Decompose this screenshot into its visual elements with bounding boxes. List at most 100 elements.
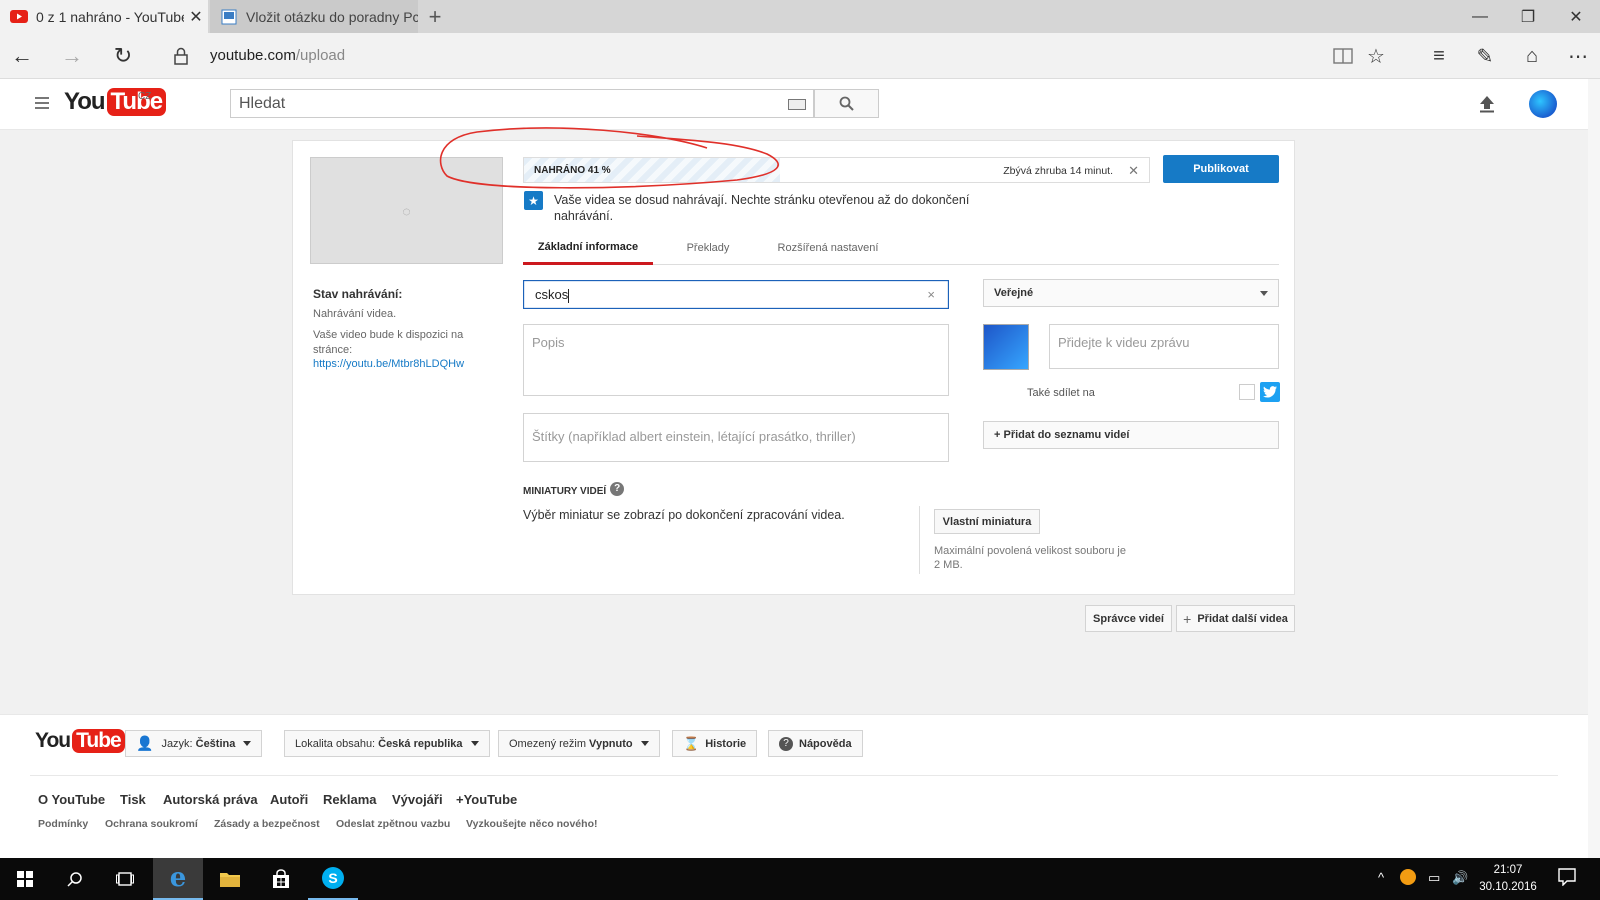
close-window-icon[interactable]: ✕	[1552, 0, 1600, 33]
text-caret	[568, 288, 570, 303]
tab-advanced-settings[interactable]: Rozšířená nastavení	[763, 231, 893, 265]
tab-basic-info[interactable]: Základní informace	[523, 231, 653, 265]
footer-link-about[interactable]: O YouTube	[38, 792, 105, 807]
network-icon[interactable]: ▭	[1428, 870, 1440, 886]
footer-link-plus-youtube[interactable]: +YouTube	[456, 792, 517, 807]
history-button[interactable]: ⌛ Historie	[672, 730, 758, 757]
tray-app-icon[interactable]	[1400, 869, 1416, 885]
more-icon[interactable]: ⋯	[1564, 43, 1592, 69]
hourglass-icon: ⌛	[683, 735, 700, 751]
twitter-icon[interactable]	[1260, 382, 1280, 402]
add-more-videos-button[interactable]: + Přidat další videa	[1176, 605, 1295, 632]
thumbnails-text: Výběr miniatur se zobrazí po dokončení z…	[523, 508, 845, 522]
share-twitter-checkbox[interactable]	[1239, 384, 1255, 400]
refresh-icon[interactable]: ↻	[107, 41, 139, 71]
title-input[interactable]: cskos ×	[523, 280, 949, 309]
star-notice-icon: ★	[524, 191, 543, 210]
upload-card: ◌ Stav nahrávání: Nahrávání videa. Vaše …	[292, 127, 1295, 595]
language-icon: 👤	[136, 735, 154, 751]
youtube-favicon-icon	[10, 10, 28, 24]
thumbnails-title: MINIATURY VIDEÍ ?	[523, 481, 625, 497]
footer-link-safety[interactable]: Zásady a bezpečnost	[214, 818, 320, 830]
cancel-upload-icon[interactable]: ✕	[1128, 163, 1139, 179]
upload-status-title: Stav nahrávání:	[313, 287, 403, 301]
web-note-icon[interactable]: ✎	[1471, 43, 1499, 69]
upload-progress-bar: NAHRÁNO 41 % Zbývá zhruba 14 minut. ✕	[523, 157, 1150, 183]
skype-icon[interactable]: S	[308, 858, 358, 900]
back-icon[interactable]: ←	[6, 41, 38, 71]
page-favicon-icon	[220, 9, 238, 24]
tab-close-icon[interactable]: ✕	[184, 7, 208, 27]
lock-icon	[165, 41, 197, 71]
footer-link-try-new[interactable]: Vyzkoušejte něco nového!	[466, 818, 597, 830]
notifications-icon[interactable]	[1558, 868, 1576, 889]
restricted-mode-select[interactable]: Omezený režim Vypnuto	[498, 730, 660, 757]
add-to-playlist-button[interactable]: + Přidat do seznamu videí	[983, 421, 1279, 449]
windows-taskbar: e S ^ ▭ 🔊 21:07 30.10.2016	[0, 858, 1600, 900]
store-icon[interactable]	[256, 858, 306, 900]
share-icon[interactable]: ⌂	[1518, 43, 1546, 69]
chevron-down-icon	[640, 741, 649, 746]
help-circle-icon: ?	[779, 736, 793, 751]
footer-link-privacy[interactable]: Ochrana soukromí	[105, 818, 198, 830]
browser-tab-label: Vložit otázku do poradny Pc	[246, 8, 418, 25]
browser-tab-label: 0 z 1 nahráno - YouTube	[36, 8, 184, 25]
channel-avatar	[983, 324, 1029, 370]
footer-link-developers[interactable]: Vývojáři	[392, 792, 443, 807]
new-tab-button[interactable]: +	[420, 0, 450, 33]
search-button[interactable]	[814, 89, 879, 118]
keyboard-icon[interactable]	[788, 99, 806, 110]
share-message-input[interactable]: Přidejte k videu zprávu	[1049, 324, 1279, 369]
region-label: CZ	[138, 91, 152, 102]
task-view-icon[interactable]	[100, 858, 150, 900]
avatar[interactable]	[1529, 90, 1557, 118]
browser-tab-poradna[interactable]: Vložit otázku do poradny Pc	[210, 0, 418, 33]
video-manager-button[interactable]: Správce videí	[1085, 605, 1172, 632]
browser-tab-bar: 0 z 1 nahráno - YouTube ✕ Vložit otázku …	[0, 0, 1600, 33]
vertical-scrollbar[interactable]	[1588, 79, 1600, 858]
favorite-star-icon[interactable]: ☆	[1362, 43, 1390, 69]
tray-chevron-icon[interactable]: ^	[1378, 870, 1384, 885]
video-link[interactable]: https://youtu.be/Mtbr8hLDQHw	[313, 358, 464, 370]
footer-link-creators[interactable]: Autoři	[270, 792, 308, 807]
search-icon[interactable]	[50, 858, 100, 900]
help-icon[interactable]: ?	[610, 481, 625, 496]
privacy-select[interactable]: Veřejné	[983, 279, 1279, 307]
forward-icon[interactable]: →	[56, 41, 88, 71]
file-explorer-icon[interactable]	[205, 858, 255, 900]
edge-browser-icon[interactable]: e	[153, 858, 203, 900]
footer-link-press[interactable]: Tisk	[120, 792, 146, 807]
hub-icon[interactable]: ≡	[1425, 43, 1453, 69]
search-input[interactable]: Hledat	[230, 89, 814, 118]
address-input[interactable]: youtube.com/upload	[210, 47, 345, 64]
youtube-header: You Tube CZ Hledat	[0, 79, 1600, 130]
tags-input[interactable]: Štítky (například albert einstein, létaj…	[523, 413, 949, 462]
guide-menu-icon[interactable]	[35, 97, 49, 112]
upload-icon[interactable]	[1479, 95, 1495, 118]
footer-link-copyright[interactable]: Autorská práva	[163, 792, 258, 807]
description-input[interactable]: Popis	[523, 324, 949, 396]
footer-link-advertise[interactable]: Reklama	[323, 792, 376, 807]
custom-thumbnail-button[interactable]: Vlastní miniatura	[934, 509, 1040, 534]
publish-button[interactable]: Publikovat	[1163, 155, 1279, 183]
taskbar-clock[interactable]: 21:07 30.10.2016	[1478, 862, 1538, 896]
browser-address-bar: ← → ↻ youtube.com/upload ☆ ≡ ✎ ⌂ ⋯	[0, 33, 1600, 79]
reading-view-icon[interactable]	[1329, 43, 1357, 69]
location-select[interactable]: Lokalita obsahu: Česká republika	[284, 730, 490, 757]
divider	[919, 506, 920, 574]
windows-start-icon[interactable]	[0, 858, 50, 900]
language-select[interactable]: 👤 Jazyk: Čeština	[125, 730, 263, 757]
browser-tab-youtube[interactable]: 0 z 1 nahráno - YouTube ✕	[0, 0, 208, 33]
clear-title-icon[interactable]: ×	[927, 287, 935, 302]
minimize-icon[interactable]: —	[1456, 0, 1504, 33]
restore-icon[interactable]: ❐	[1504, 0, 1552, 33]
footer-link-terms[interactable]: Podmínky	[38, 818, 88, 830]
tab-translations[interactable]: Překlady	[663, 231, 753, 265]
video-thumbnail-placeholder: ◌	[310, 157, 503, 264]
chevron-down-icon	[1260, 291, 1268, 296]
help-button[interactable]: ? Nápověda	[768, 730, 863, 757]
footer-link-feedback[interactable]: Odeslat zpětnou vazbu	[336, 818, 450, 830]
volume-icon[interactable]: 🔊	[1452, 870, 1468, 886]
footer-youtube-logo[interactable]: You Tube	[35, 729, 125, 753]
share-label: Také sdílet na	[1027, 387, 1095, 399]
